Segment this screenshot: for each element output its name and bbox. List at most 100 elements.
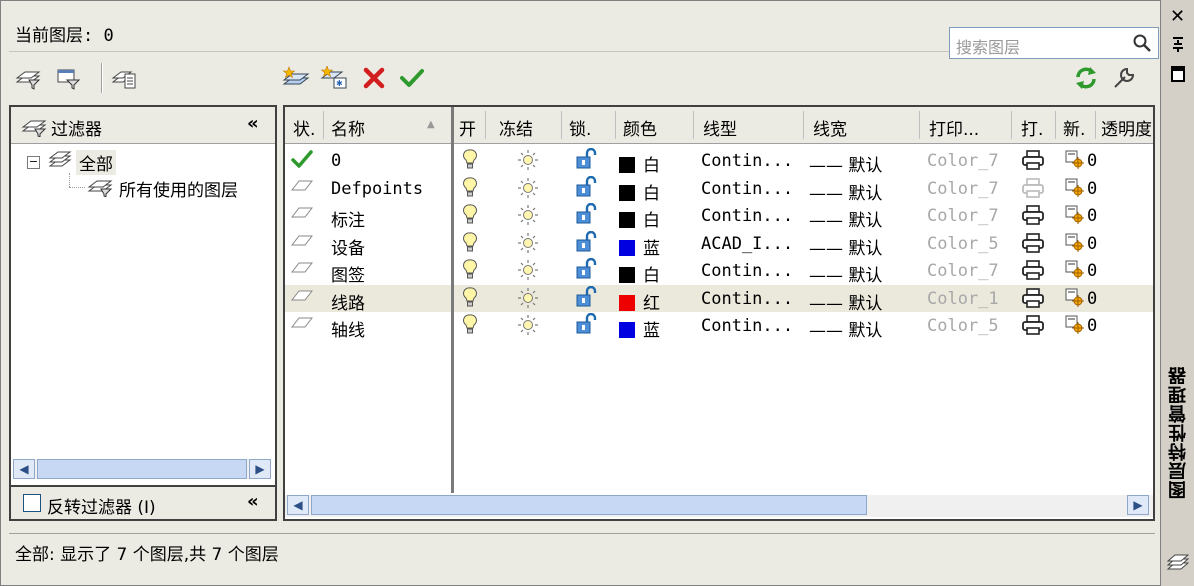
layer-linetype[interactable]: Contin...: [701, 206, 793, 226]
layer-lineweight[interactable]: —— 默认: [809, 316, 882, 341]
bulb-on-icon[interactable]: [463, 259, 477, 286]
layer-color[interactable]: 红: [619, 289, 660, 314]
new-vp-freeze-icon[interactable]: [1065, 205, 1085, 230]
new-layer-vp-frozen-icon[interactable]: ✱: [319, 63, 349, 93]
layer-color[interactable]: 白: [619, 151, 660, 176]
bulb-on-icon[interactable]: [463, 314, 477, 341]
col-color[interactable]: 颜色: [623, 115, 657, 140]
col-linetype[interactable]: 线型: [703, 115, 737, 140]
layer-plot-style[interactable]: Color_7: [927, 261, 999, 281]
layer-color[interactable]: 白: [619, 261, 660, 286]
thaw-sun-icon[interactable]: [517, 314, 539, 341]
layer-plot-style[interactable]: Color_7: [927, 206, 999, 226]
layer-plot-style[interactable]: Color_7: [927, 179, 999, 199]
auto-hide-icon[interactable]: [1171, 36, 1185, 58]
col-on[interactable]: 开: [459, 115, 476, 140]
set-current-icon[interactable]: [397, 63, 427, 93]
bulb-on-icon[interactable]: [463, 286, 477, 314]
col-lock[interactable]: 锁.: [569, 115, 591, 140]
no-plot-printer-icon[interactable]: [1021, 177, 1045, 204]
scroll-right-button[interactable]: ▶: [249, 459, 271, 479]
layer-name[interactable]: Defpoints: [331, 179, 423, 199]
new-vp-freeze-icon[interactable]: [1065, 150, 1085, 175]
scroll-thumb[interactable]: [311, 495, 867, 515]
layer-lineweight[interactable]: —— 默认: [809, 289, 882, 314]
collapse-button[interactable]: «: [247, 491, 259, 512]
collapse-filter-button[interactable]: «: [247, 113, 259, 134]
col-transparency[interactable]: 透明度: [1101, 115, 1152, 140]
layer-linetype[interactable]: Contin...: [701, 316, 793, 336]
scroll-left-button[interactable]: ◀: [13, 459, 35, 479]
plot-printer-icon[interactable]: [1021, 287, 1045, 314]
new-vp-freeze-icon[interactable]: [1065, 233, 1085, 258]
layer-lineweight[interactable]: —— 默认: [809, 151, 882, 176]
layer-list-hscrollbar[interactable]: ◀ ▶: [285, 495, 1153, 517]
layer-lineweight[interactable]: —— 默认: [809, 234, 882, 259]
layer-lineweight[interactable]: —— 默认: [809, 261, 882, 286]
plot-printer-icon[interactable]: [1021, 204, 1045, 231]
new-vp-freeze-icon[interactable]: [1065, 315, 1085, 340]
plot-printer-icon[interactable]: [1021, 232, 1045, 259]
layer-transparency[interactable]: 0: [1087, 289, 1097, 309]
new-group-filter-icon[interactable]: [53, 63, 83, 93]
unlock-icon[interactable]: [575, 312, 597, 340]
close-icon[interactable]: ✕: [1170, 6, 1185, 27]
unlock-icon[interactable]: [575, 202, 597, 230]
search-layers-input[interactable]: 搜索图层: [949, 27, 1159, 59]
bulb-on-icon[interactable]: [463, 231, 477, 259]
scroll-left-button[interactable]: ◀: [287, 495, 309, 515]
col-status[interactable]: 状.: [293, 115, 315, 140]
search-icon[interactable]: [1132, 33, 1152, 57]
layer-linetype[interactable]: Contin...: [701, 261, 793, 281]
new-vp-freeze-icon[interactable]: [1065, 288, 1085, 313]
filter-hscrollbar[interactable]: ◀ ▶: [13, 459, 271, 479]
col-plot[interactable]: 打.: [1021, 115, 1043, 140]
layer-row[interactable]: 标注 白 Contin... —— 默认 Color_7 0: [285, 202, 1153, 231]
col-new-vp-freeze[interactable]: 新.: [1063, 115, 1085, 140]
layer-name[interactable]: 设备: [331, 234, 365, 259]
layer-plot-style[interactable]: Color_1: [927, 289, 999, 309]
layer-name[interactable]: 轴线: [331, 316, 365, 341]
layer-states-manager-icon[interactable]: [109, 63, 139, 93]
layer-linetype[interactable]: Contin...: [701, 179, 793, 199]
new-vp-freeze-icon[interactable]: [1065, 260, 1085, 285]
unlock-icon[interactable]: [575, 147, 597, 175]
unlock-icon[interactable]: [575, 257, 597, 285]
thaw-sun-icon[interactable]: [517, 259, 539, 286]
thaw-sun-icon[interactable]: [517, 232, 539, 259]
layer-transparency[interactable]: 0: [1087, 234, 1097, 254]
tree-item-all[interactable]: − 全部: [27, 149, 116, 175]
scroll-right-button[interactable]: ▶: [1127, 495, 1149, 515]
layer-lineweight[interactable]: —— 默认: [809, 206, 882, 231]
bulb-on-icon[interactable]: [463, 204, 477, 231]
layer-plot-style[interactable]: Color_5: [927, 234, 999, 254]
refresh-icon[interactable]: [1071, 63, 1101, 93]
layer-row[interactable]: 线路 红 Contin... —— 默认 Color_1 0: [285, 284, 1153, 314]
layer-row[interactable]: 图签 白 Contin... —— 默认 Color_7 0: [285, 257, 1153, 286]
layer-transparency[interactable]: 0: [1087, 316, 1097, 336]
thaw-sun-icon[interactable]: [517, 149, 539, 176]
tree-item-all-used-layers[interactable]: 所有使用的图层: [87, 175, 238, 201]
bulb-on-icon[interactable]: [463, 176, 477, 204]
delete-layer-icon[interactable]: [359, 63, 389, 93]
layer-lineweight[interactable]: —— 默认: [809, 179, 882, 204]
layer-transparency[interactable]: 0: [1087, 206, 1097, 226]
layer-row[interactable]: Defpoints 白 Contin... —— 默认 Color_7 0: [285, 175, 1153, 204]
layer-color[interactable]: 蓝: [619, 234, 660, 259]
plot-printer-icon[interactable]: [1021, 259, 1045, 286]
invert-filter-checkbox[interactable]: [23, 494, 41, 512]
layer-row[interactable]: 轴线 蓝 Contin... —— 默认 Color_5 0: [285, 312, 1153, 341]
new-property-filter-icon[interactable]: [13, 63, 43, 93]
layer-color[interactable]: 白: [619, 206, 660, 231]
palette-titlebar[interactable]: ✕ 图层特性管理器: [1160, 0, 1194, 586]
tree-collapse-icon[interactable]: −: [27, 155, 40, 169]
plot-printer-icon[interactable]: [1021, 314, 1045, 341]
layer-plot-style[interactable]: Color_7: [927, 151, 999, 171]
unlock-icon[interactable]: [575, 285, 597, 313]
plot-printer-icon[interactable]: [1021, 149, 1045, 176]
layer-row[interactable]: 0 白 Contin... —— 默认 Color_7 0: [285, 147, 1153, 176]
new-layer-icon[interactable]: [281, 63, 311, 93]
col-lineweight[interactable]: 线宽: [813, 115, 847, 140]
unlock-icon[interactable]: [575, 175, 597, 203]
thaw-sun-icon[interactable]: [517, 287, 539, 314]
